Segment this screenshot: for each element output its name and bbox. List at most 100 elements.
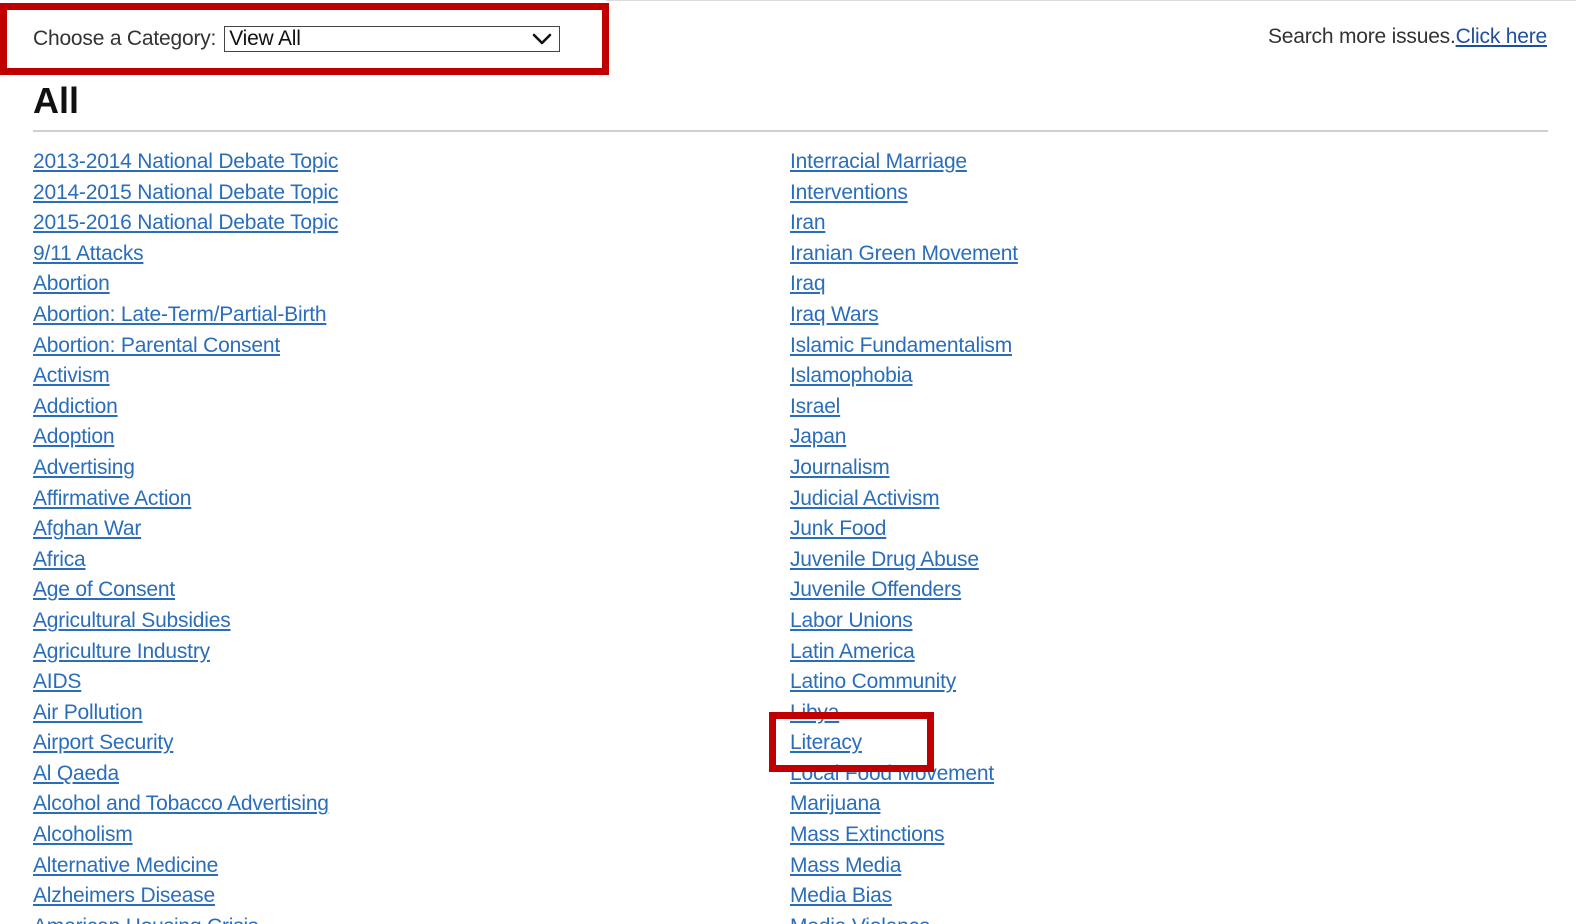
topic-link[interactable]: Alcohol and Tobacco Advertising (33, 792, 329, 815)
list-item: Alcoholism (33, 820, 338, 851)
list-item: Libya (790, 698, 1018, 729)
list-item: Journalism (790, 453, 1018, 484)
topic-link[interactable]: Alzheimers Disease (33, 884, 215, 907)
divider (33, 130, 1548, 132)
list-item: Airport Security (33, 728, 338, 759)
topic-link[interactable]: Islamophobia (790, 364, 913, 387)
list-item: Alcohol and Tobacco Advertising (33, 789, 338, 820)
list-item: Iran (790, 208, 1018, 239)
list-item: Mass Extinctions (790, 820, 1018, 851)
topic-link[interactable]: Alternative Medicine (33, 854, 218, 877)
list-item: Literacy (790, 728, 1018, 759)
list-item: Juvenile Offenders (790, 575, 1018, 606)
list-item: 2013-2014 National Debate Topic (33, 147, 338, 178)
topic-link[interactable]: Air Pollution (33, 701, 143, 724)
list-item: Mass Media (790, 851, 1018, 882)
list-item: Alzheimers Disease (33, 881, 338, 912)
list-item: Juvenile Drug Abuse (790, 545, 1018, 576)
list-item: Latin America (790, 637, 1018, 668)
list-item: 2015-2016 National Debate Topic (33, 208, 338, 239)
top-border (606, 0, 1576, 1)
list-item: Agricultural Subsidies (33, 606, 338, 637)
list-item: American Housing Crisis (33, 912, 338, 924)
list-item: Junk Food (790, 514, 1018, 545)
topic-link[interactable]: Interventions (790, 181, 908, 204)
topic-link[interactable]: 2015-2016 National Debate Topic (33, 211, 338, 234)
list-item: Abortion (33, 269, 338, 300)
list-item: Labor Unions (790, 606, 1018, 637)
list-item: Abortion: Late-Term/Partial-Birth (33, 300, 338, 331)
category-filter: Choose a Category: View All (33, 26, 561, 52)
list-item: Media Bias (790, 881, 1018, 912)
topic-link[interactable]: Local Food Movement (790, 762, 994, 785)
topic-link[interactable]: Media Violence (790, 915, 931, 924)
topic-link[interactable]: 2014-2015 National Debate Topic (33, 181, 338, 204)
list-item: Media Violence (790, 912, 1018, 924)
topic-link[interactable]: Interracial Marriage (790, 150, 967, 173)
topic-link[interactable]: Marijuana (790, 792, 881, 815)
list-item: Iraq (790, 269, 1018, 300)
list-item: Africa (33, 545, 338, 576)
topic-link[interactable]: Agricultural Subsidies (33, 609, 231, 632)
topic-link[interactable]: Age of Consent (33, 578, 175, 601)
topic-link[interactable]: Latino Community (790, 670, 956, 693)
list-item: Israel (790, 392, 1018, 423)
topic-link[interactable]: Libya (790, 701, 839, 724)
topic-link[interactable]: Activism (33, 364, 110, 387)
list-item: Affirmative Action (33, 484, 338, 515)
list-item: Japan (790, 422, 1018, 453)
topic-link[interactable]: Judicial Activism (790, 487, 940, 510)
topic-link[interactable]: Afghan War (33, 517, 141, 540)
list-item: Agriculture Industry (33, 637, 338, 668)
topic-link[interactable]: Latin America (790, 640, 915, 663)
topic-link[interactable]: Abortion: Parental Consent (33, 334, 280, 357)
list-item: Activism (33, 361, 338, 392)
list-item: Islamophobia (790, 361, 1018, 392)
topic-link[interactable]: American Housing Crisis (33, 915, 259, 924)
topic-link[interactable]: Iranian Green Movement (790, 242, 1018, 265)
list-item: 2014-2015 National Debate Topic (33, 178, 338, 209)
topic-link[interactable]: Iraq Wars (790, 303, 879, 326)
topic-link[interactable]: Japan (790, 425, 846, 448)
topic-link[interactable]: Agriculture Industry (33, 640, 210, 663)
topic-link[interactable]: Airport Security (33, 731, 174, 754)
topic-link[interactable]: Abortion: Late-Term/Partial-Birth (33, 303, 327, 326)
topic-link[interactable]: Israel (790, 395, 840, 418)
topic-link[interactable]: Labor Unions (790, 609, 913, 632)
topic-link[interactable]: Islamic Fundamentalism (790, 334, 1012, 357)
topic-link[interactable]: 2013-2014 National Debate Topic (33, 150, 338, 173)
list-item: Iranian Green Movement (790, 239, 1018, 270)
topic-link[interactable]: Advertising (33, 456, 135, 479)
click-here-link[interactable]: Click here (1456, 25, 1548, 48)
list-item: Interventions (790, 178, 1018, 209)
topic-link[interactable]: Junk Food (790, 517, 886, 540)
category-label: Choose a Category: (33, 27, 217, 50)
topic-link[interactable]: Addiction (33, 395, 118, 418)
topic-link[interactable]: AIDS (33, 670, 81, 693)
topic-link[interactable]: Iran (790, 211, 826, 234)
topic-link[interactable]: Alcoholism (33, 823, 133, 846)
topic-link[interactable]: Affirmative Action (33, 487, 191, 510)
list-item: Latino Community (790, 667, 1018, 698)
topic-link[interactable]: Mass Media (790, 854, 901, 877)
search-more: Search more issues.Click here (1268, 25, 1547, 49)
list-item: AIDS (33, 667, 338, 698)
topic-link[interactable]: 9/11 Attacks (33, 242, 144, 265)
category-select[interactable]: View All (224, 26, 561, 52)
topic-link[interactable]: Al Qaeda (33, 762, 119, 785)
topic-link[interactable]: Juvenile Offenders (790, 578, 961, 601)
category-select-value: View All (229, 27, 301, 50)
topic-link[interactable]: Abortion (33, 272, 110, 295)
topic-link[interactable]: Journalism (790, 456, 890, 479)
list-item: Iraq Wars (790, 300, 1018, 331)
list-item: 9/11 Attacks (33, 239, 338, 270)
topic-link[interactable]: Mass Extinctions (790, 823, 945, 846)
list-item: Local Food Movement (790, 759, 1018, 790)
topic-list-left: 2013-2014 National Debate Topic 2014-2015… (33, 147, 338, 924)
topic-link[interactable]: Iraq (790, 272, 826, 295)
topic-link[interactable]: Adoption (33, 425, 115, 448)
topic-link[interactable]: Juvenile Drug Abuse (790, 548, 979, 571)
topic-link[interactable]: Media Bias (790, 884, 892, 907)
topic-link[interactable]: Literacy (790, 731, 862, 754)
topic-link[interactable]: Africa (33, 548, 86, 571)
